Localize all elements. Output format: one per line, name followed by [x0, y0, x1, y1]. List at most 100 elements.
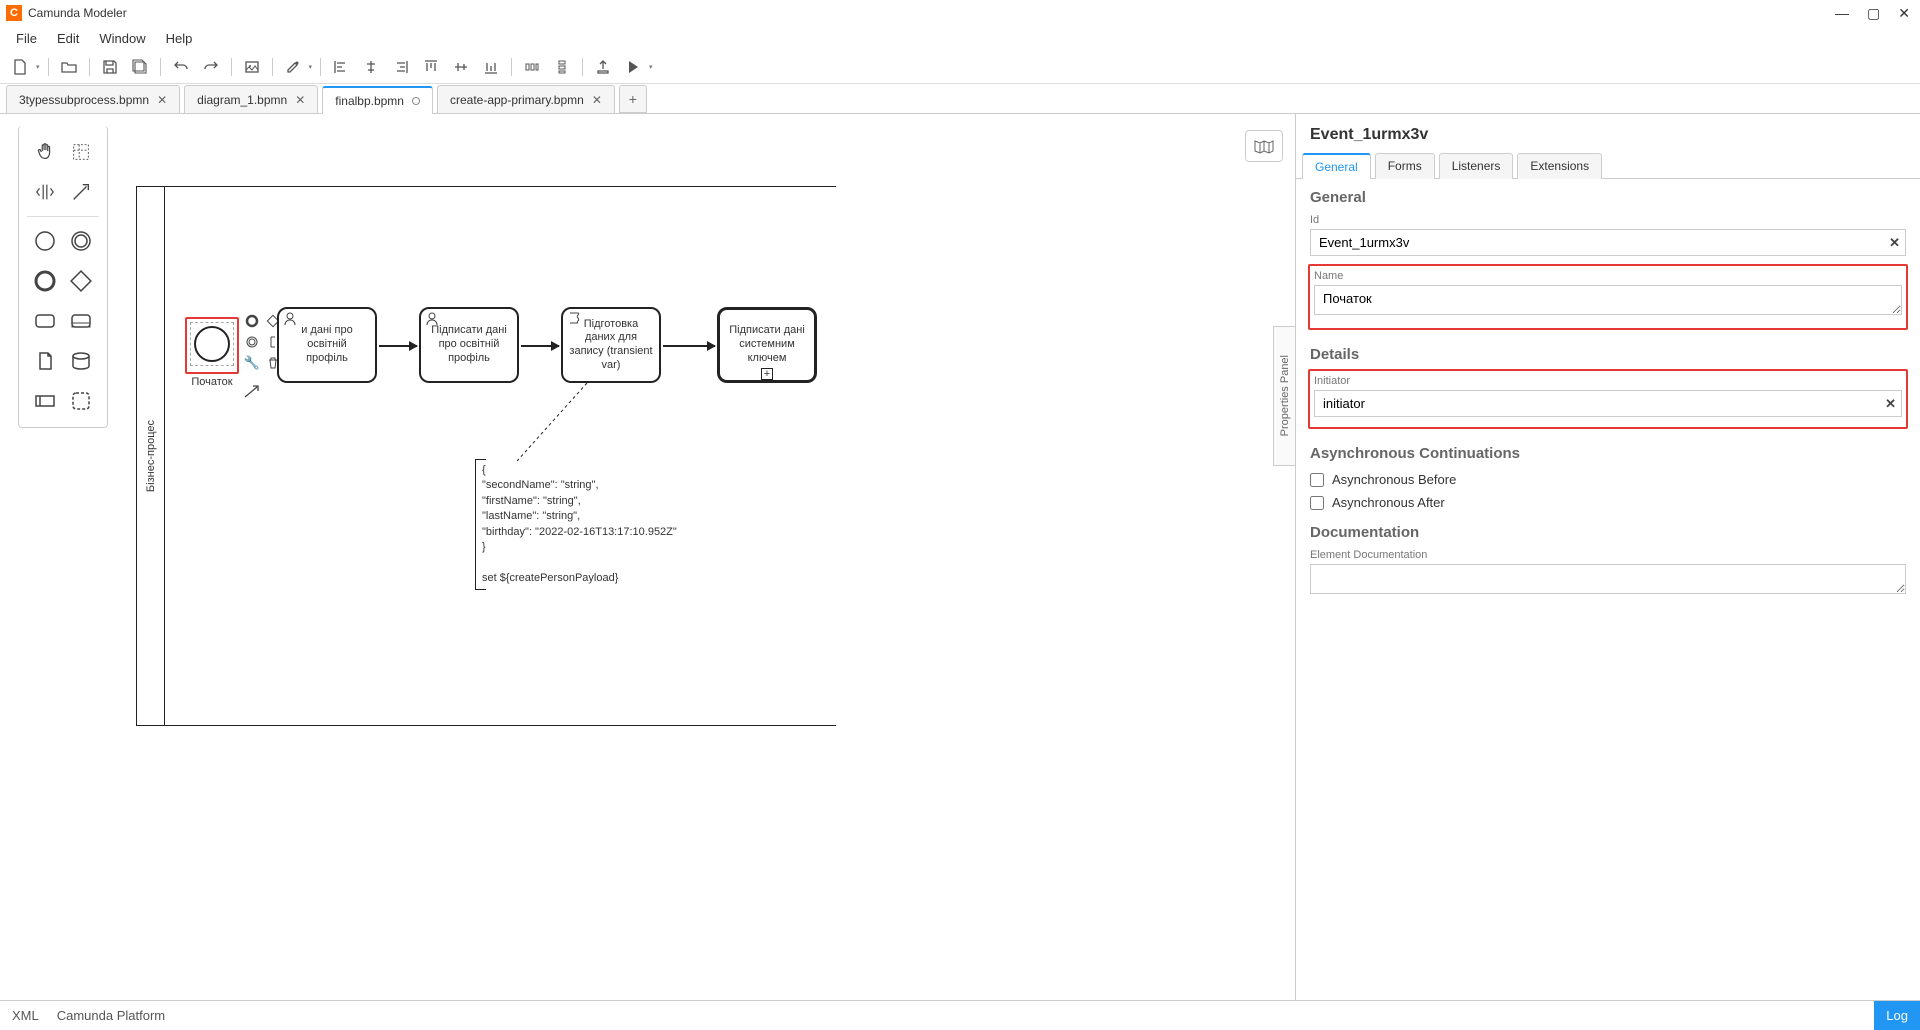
align-left-button[interactable] — [329, 55, 353, 79]
minimap-toggle[interactable] — [1245, 130, 1283, 162]
add-tab-button[interactable]: + — [619, 85, 647, 113]
bpmn-call-activity[interactable]: Підписати дані системним ключем + — [717, 307, 817, 383]
group-icon[interactable] — [67, 387, 95, 415]
start-event-icon[interactable] — [31, 227, 59, 255]
bpmn-script-task[interactable]: Підготовка даних для запису (transient v… — [561, 307, 661, 383]
tabbar: 3typessubprocess.bpmn ✕ diagram_1.bpmn ✕… — [0, 84, 1920, 114]
subprocess-icon[interactable] — [67, 307, 95, 335]
distribute-h-button[interactable] — [520, 55, 544, 79]
chevron-down-icon[interactable]: ▾ — [309, 63, 313, 71]
tab-forms[interactable]: Forms — [1375, 153, 1435, 179]
close-icon[interactable]: ✕ — [592, 93, 602, 107]
platform-tab[interactable]: Camunda Platform — [57, 1008, 165, 1023]
id-input[interactable] — [1310, 229, 1906, 256]
new-file-button[interactable] — [8, 55, 32, 79]
save-all-button[interactable] — [128, 55, 152, 79]
id-label: Id — [1310, 214, 1906, 226]
image-button[interactable] — [240, 55, 264, 79]
menu-help[interactable]: Help — [158, 28, 201, 49]
pool-icon[interactable] — [31, 387, 59, 415]
context-connect-icon[interactable] — [243, 383, 261, 401]
text-annotation[interactable]: { "secondName": "string", "firstName": "… — [475, 459, 705, 590]
save-button[interactable] — [98, 55, 122, 79]
hand-tool-icon[interactable] — [31, 138, 59, 166]
align-bottom-button[interactable] — [479, 55, 503, 79]
align-center-h-button[interactable] — [359, 55, 383, 79]
connect-tool-icon[interactable] — [67, 178, 95, 206]
menu-window[interactable]: Window — [91, 28, 153, 49]
space-tool-icon[interactable] — [31, 178, 59, 206]
workspace: Properties Panel Бізнес-процес Початок — [0, 114, 1920, 1000]
align-center-v-button[interactable] — [449, 55, 473, 79]
chevron-down-icon[interactable]: ▾ — [649, 63, 653, 71]
task-icon[interactable] — [31, 307, 59, 335]
bpmn-user-task[interactable]: и дані про освітній профіль — [277, 307, 377, 383]
open-file-button[interactable] — [57, 55, 81, 79]
canvas[interactable]: Properties Panel Бізнес-процес Початок — [116, 126, 1295, 1000]
file-tab[interactable]: create-app-primary.bpmn ✕ — [437, 85, 615, 113]
name-label: Name — [1314, 270, 1902, 282]
association-line[interactable] — [517, 383, 597, 463]
deploy-button[interactable] — [591, 55, 615, 79]
color-button[interactable] — [281, 55, 305, 79]
window-close-icon[interactable]: ✕ — [1898, 5, 1910, 22]
run-button[interactable] — [621, 55, 645, 79]
tab-general[interactable]: General — [1302, 153, 1371, 179]
align-top-button[interactable] — [419, 55, 443, 79]
close-icon[interactable]: ✕ — [295, 93, 305, 107]
async-before-checkbox[interactable] — [1310, 473, 1324, 487]
bpmn-pool[interactable]: Бізнес-процес Початок — [136, 186, 836, 726]
window-maximize-icon[interactable]: ▢ — [1867, 5, 1880, 22]
sequence-flow[interactable] — [379, 345, 417, 347]
gateway-icon[interactable] — [67, 267, 95, 295]
sequence-flow[interactable] — [663, 345, 715, 347]
async-after-checkbox[interactable] — [1310, 496, 1324, 510]
clear-icon[interactable]: ✕ — [1885, 396, 1896, 412]
log-button[interactable]: Log — [1874, 1001, 1920, 1030]
titlebar: C Camunda Modeler — ▢ ✕ — [0, 0, 1920, 26]
context-wrench-icon[interactable]: 🔧 — [243, 354, 261, 372]
menu-file[interactable]: File — [8, 28, 45, 49]
documentation-input[interactable] — [1310, 564, 1906, 594]
start-event-label: Початок — [185, 376, 239, 388]
expand-marker-icon: + — [761, 368, 773, 380]
xml-tab[interactable]: XML — [12, 1008, 39, 1023]
toolbar: ▾ ▾ ▾ — [0, 50, 1920, 84]
intermediate-event-icon[interactable] — [67, 227, 95, 255]
properties-panel-toggle[interactable]: Properties Panel — [1273, 326, 1295, 466]
context-intermediate-icon[interactable] — [243, 333, 261, 351]
pool-label: Бізнес-процес — [137, 187, 165, 725]
file-tab[interactable]: diagram_1.bpmn ✕ — [184, 85, 318, 113]
task-label: Підписати дані системним ключем — [726, 324, 808, 365]
context-end-event-icon[interactable] — [243, 312, 261, 330]
undo-button[interactable] — [169, 55, 193, 79]
end-event-icon[interactable] — [31, 267, 59, 295]
tab-listeners[interactable]: Listeners — [1439, 153, 1514, 179]
clear-icon[interactable]: ✕ — [1889, 235, 1900, 251]
task-label: и дані про освітній профіль — [285, 324, 369, 365]
selected-start-event[interactable] — [185, 317, 239, 374]
align-right-button[interactable] — [389, 55, 413, 79]
file-tab[interactable]: finalbp.bpmn — [322, 86, 433, 114]
sequence-flow[interactable] — [521, 345, 559, 347]
name-input[interactable]: Початок — [1314, 285, 1902, 315]
data-store-icon[interactable] — [67, 347, 95, 375]
initiator-label: Initiator — [1314, 375, 1902, 387]
lasso-tool-icon[interactable] — [67, 138, 95, 166]
bpmn-user-task[interactable]: Підписати дані про освітній профіль — [419, 307, 519, 383]
annotation-text: { "secondName": "string", "firstName": "… — [482, 463, 699, 586]
redo-button[interactable] — [199, 55, 223, 79]
tab-extensions[interactable]: Extensions — [1517, 153, 1602, 179]
palette — [18, 126, 108, 428]
menu-edit[interactable]: Edit — [49, 28, 87, 49]
distribute-v-button[interactable] — [550, 55, 574, 79]
window-minimize-icon[interactable]: — — [1835, 5, 1849, 22]
script-icon — [567, 311, 581, 325]
chevron-down-icon[interactable]: ▾ — [36, 63, 40, 71]
async-before-label: Asynchronous Before — [1332, 472, 1456, 487]
data-object-icon[interactable] — [31, 347, 59, 375]
properties-tabs: General Forms Listeners Extensions — [1296, 152, 1920, 179]
file-tab[interactable]: 3typessubprocess.bpmn ✕ — [6, 85, 180, 113]
close-icon[interactable]: ✕ — [157, 93, 167, 107]
initiator-input[interactable] — [1314, 390, 1902, 417]
